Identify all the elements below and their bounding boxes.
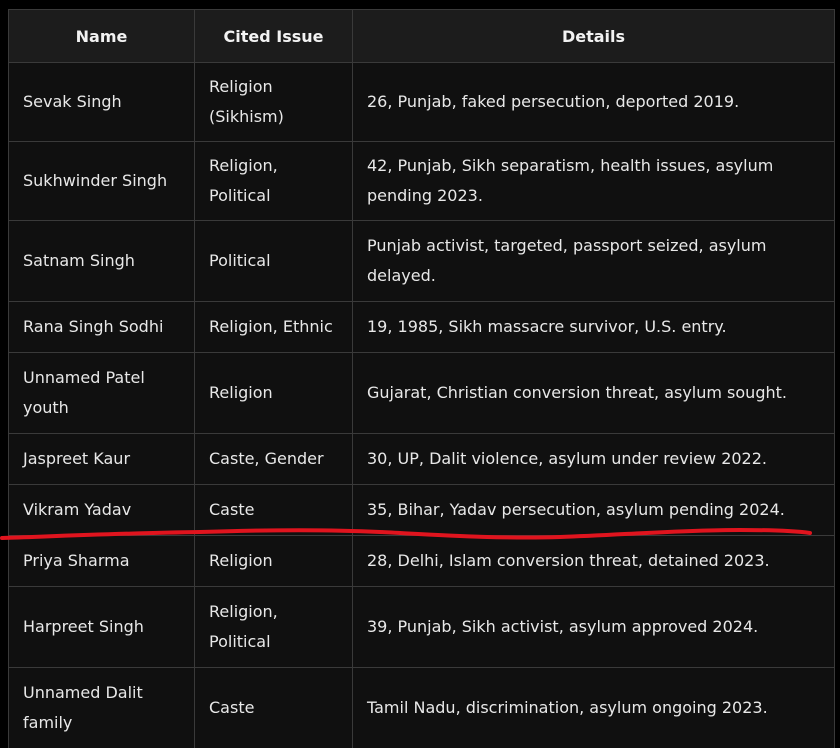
cell-details: 39, Punjab, Sikh activist, asylum approv… (352, 586, 835, 668)
table-row: Sevak Singh Religion (Sikhism) 26, Punja… (8, 62, 835, 142)
asylum-cases-table: Name Cited Issue Details Sevak Singh Rel… (8, 9, 835, 748)
cell-issue: Caste (194, 667, 353, 748)
cell-issue: Religion (Sikhism) (194, 62, 353, 142)
cell-name: Harpreet Singh (8, 586, 195, 668)
page: Name Cited Issue Details Sevak Singh Rel… (0, 0, 840, 748)
cell-name: Vikram Yadav (8, 484, 195, 536)
cell-name: Sukhwinder Singh (8, 141, 195, 221)
cell-details: 30, UP, Dalit violence, asylum under rev… (352, 433, 835, 485)
cell-name: Sevak Singh (8, 62, 195, 142)
cell-issue: Caste, Gender (194, 433, 353, 485)
cell-details: 35, Bihar, Yadav persecution, asylum pen… (352, 484, 835, 536)
table-row: Unnamed Dalit family Caste Tamil Nadu, d… (8, 667, 835, 748)
table-row: Jaspreet Kaur Caste, Gender 30, UP, Dali… (8, 433, 835, 485)
column-header-details: Details (352, 9, 835, 63)
cell-name: Satnam Singh (8, 220, 195, 302)
cell-name: Unnamed Patel youth (8, 352, 195, 434)
cell-issue: Religion (194, 352, 353, 434)
cell-details: 26, Punjab, faked persecution, deported … (352, 62, 835, 142)
cell-details: 28, Delhi, Islam conversion threat, deta… (352, 535, 835, 587)
cell-details: Punjab activist, targeted, passport seiz… (352, 220, 835, 302)
table-row: Vikram Yadav Caste 35, Bihar, Yadav pers… (8, 484, 835, 536)
cell-details: 42, Punjab, Sikh separatism, health issu… (352, 141, 835, 221)
cell-details: Tamil Nadu, discrimination, asylum ongoi… (352, 667, 835, 748)
table-row: Sukhwinder Singh Religion, Political 42,… (8, 141, 835, 221)
table-row: Rana Singh Sodhi Religion, Ethnic 19, 19… (8, 301, 835, 353)
cell-name: Priya Sharma (8, 535, 195, 587)
header-row: Name Cited Issue Details (8, 9, 835, 63)
table-row: Priya Sharma Religion 28, Delhi, Islam c… (8, 535, 835, 587)
column-header-cited-issue: Cited Issue (194, 9, 353, 63)
table-row: Satnam Singh Political Punjab activist, … (8, 220, 835, 302)
cell-issue: Religion, Ethnic (194, 301, 353, 353)
cell-name: Rana Singh Sodhi (8, 301, 195, 353)
cell-name: Jaspreet Kaur (8, 433, 195, 485)
cell-issue: Political (194, 220, 353, 302)
cell-name: Unnamed Dalit family (8, 667, 195, 748)
table-row: Unnamed Patel youth Religion Gujarat, Ch… (8, 352, 835, 434)
cell-issue: Religion, Political (194, 586, 353, 668)
cell-details: Gujarat, Christian conversion threat, as… (352, 352, 835, 434)
cell-details: 19, 1985, Sikh massacre survivor, U.S. e… (352, 301, 835, 353)
cell-issue: Religion, Political (194, 141, 353, 221)
column-header-name: Name (8, 9, 195, 63)
cell-issue: Religion (194, 535, 353, 587)
table-row: Harpreet Singh Religion, Political 39, P… (8, 586, 835, 668)
cell-issue: Caste (194, 484, 353, 536)
